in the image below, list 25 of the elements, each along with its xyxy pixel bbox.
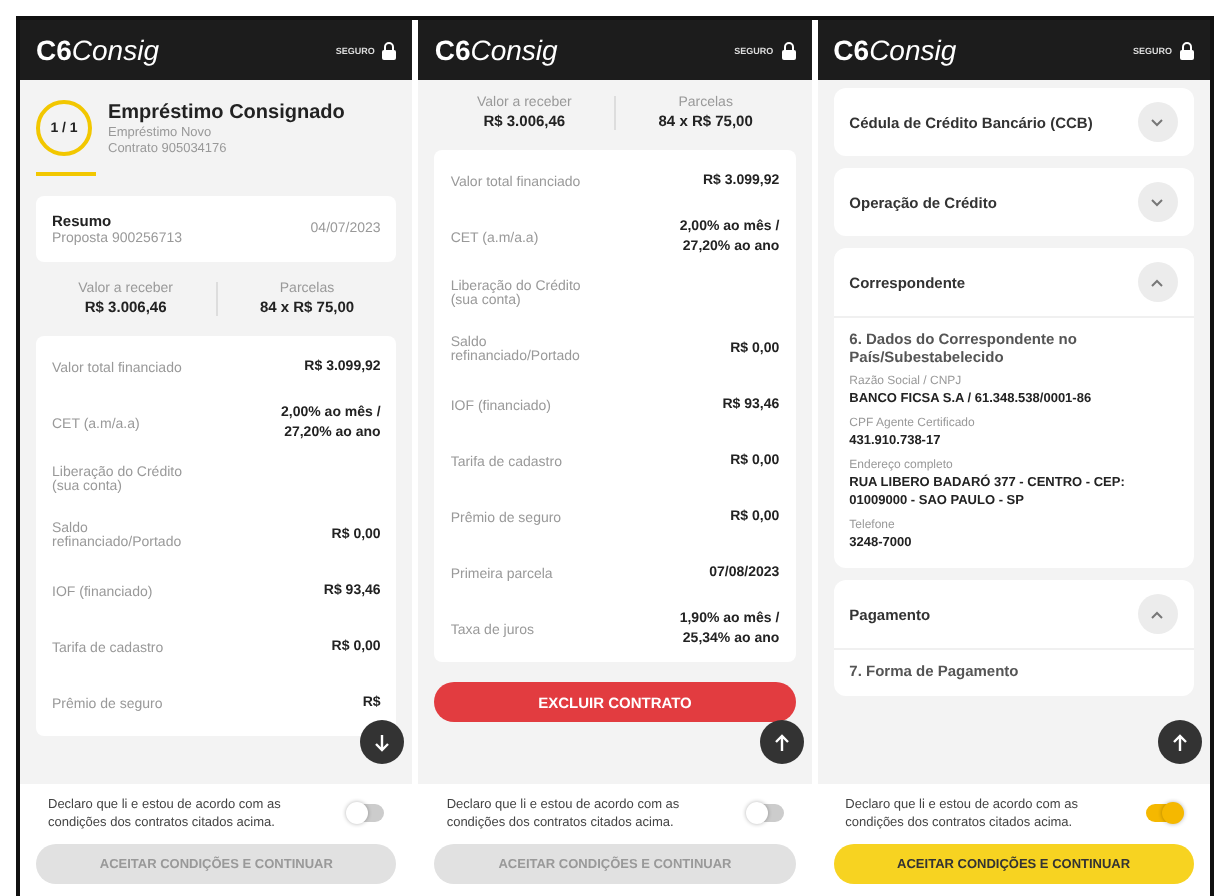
contract-title: Empréstimo Consignado xyxy=(108,101,345,123)
chevron-up-icon xyxy=(1150,277,1165,287)
consent-toggle[interactable] xyxy=(1145,804,1182,823)
scroll-button[interactable] xyxy=(1157,720,1202,764)
expand-button[interactable] xyxy=(1137,262,1178,302)
lock-icon xyxy=(382,41,397,59)
lock-icon xyxy=(781,41,796,59)
app-logo: C6Consig xyxy=(833,34,957,66)
consent-toggle[interactable] xyxy=(348,804,385,823)
expand-button[interactable] xyxy=(1137,182,1178,222)
app-logo: C6Consig xyxy=(36,34,159,66)
chevron-down-icon xyxy=(1150,197,1165,207)
consent-toggle[interactable] xyxy=(747,804,784,823)
expand-button[interactable] xyxy=(1137,102,1178,142)
scroll-button[interactable] xyxy=(360,720,405,764)
lock-icon xyxy=(1179,41,1194,59)
scroll-button[interactable] xyxy=(759,720,804,764)
expand-button[interactable] xyxy=(1137,594,1178,635)
arrow-down-icon xyxy=(374,733,391,751)
accent-line xyxy=(36,172,96,176)
app-logo: C6Consig xyxy=(434,34,558,66)
chevron-down-icon xyxy=(1150,117,1165,127)
chevron-up-icon xyxy=(1150,609,1165,620)
arrow-up-icon xyxy=(1171,733,1188,751)
arrow-up-icon xyxy=(773,733,790,751)
